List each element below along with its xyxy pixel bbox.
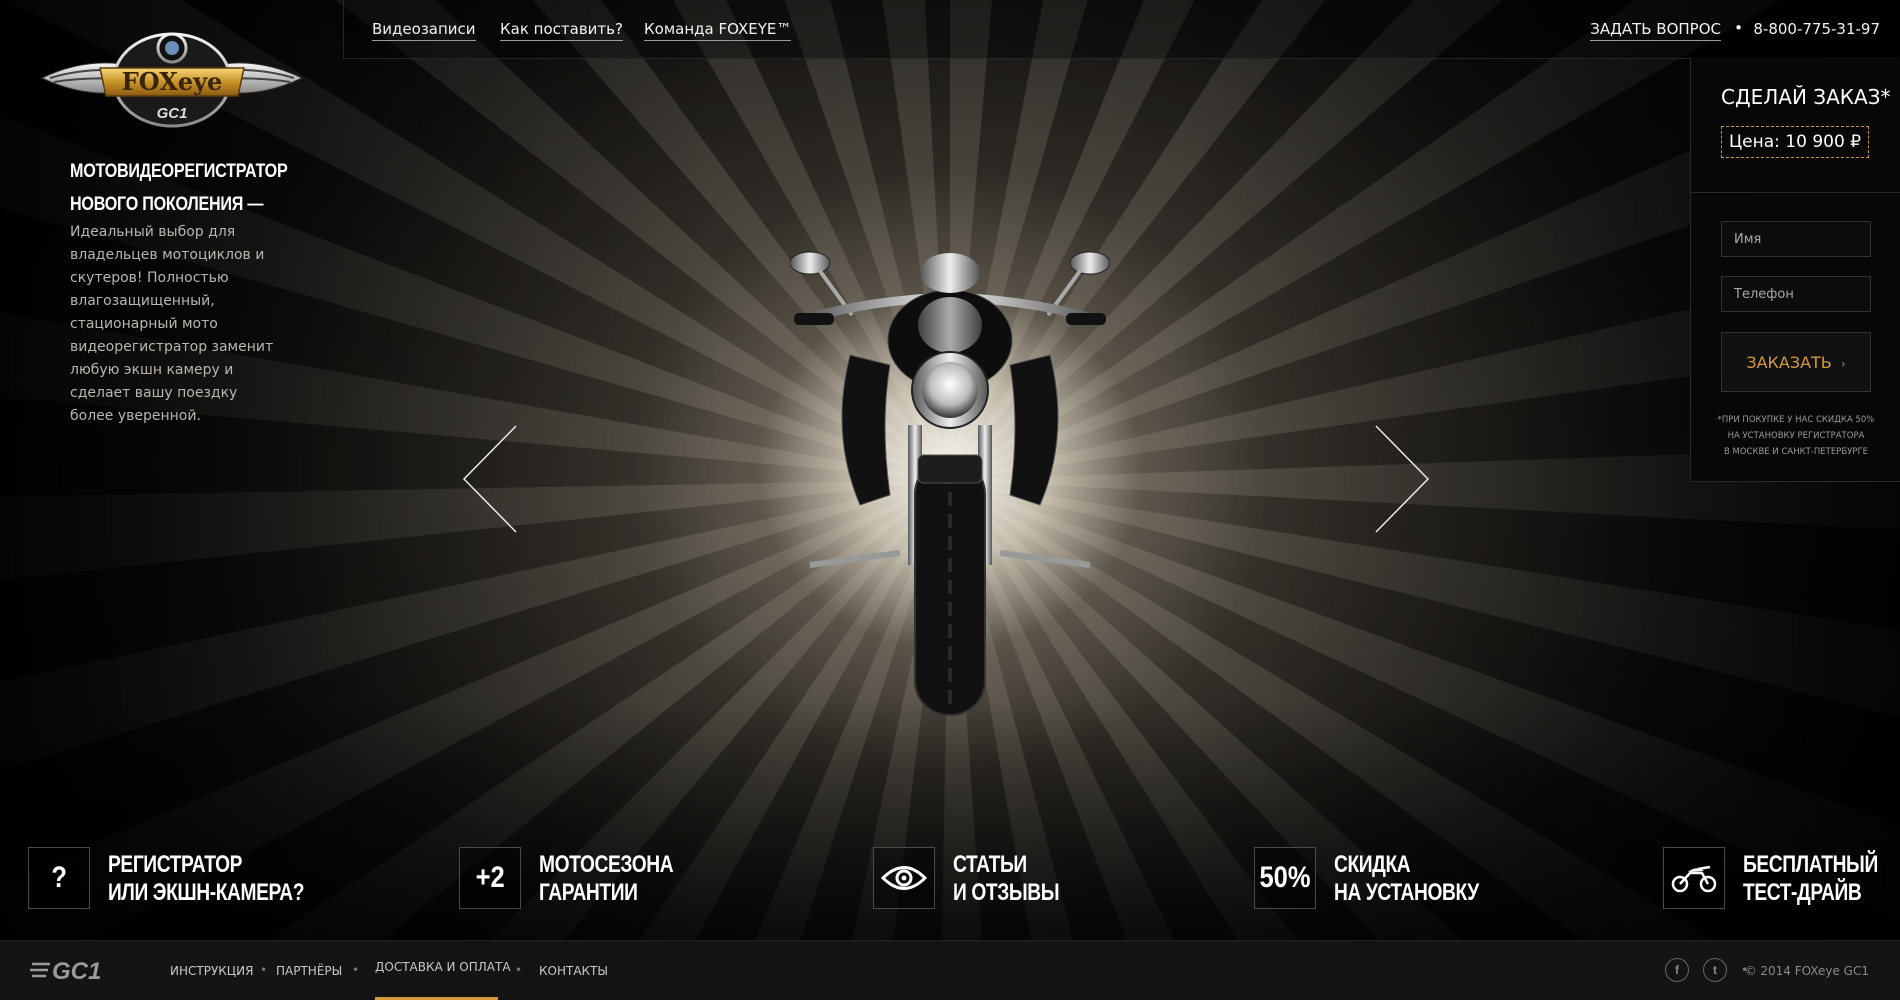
footer-link-delivery[interactable]: Доставка и оплата [375, 960, 511, 974]
tagline-title-line1: Мотовидеорегистратор [70, 161, 288, 182]
phone-input[interactable] [1721, 276, 1871, 312]
footer-dot: • [352, 963, 360, 977]
order-note-line3: в Москве и Санкт-Петербурге [1723, 447, 1869, 457]
feature-label-line1: Регистратор [108, 851, 243, 878]
twitter-icon[interactable]: t [1703, 958, 1727, 982]
order-note-line2: на установку регистратора [1727, 431, 1865, 441]
order-panel: Сделай заказ* Цена: 10 900 ₽ Заказать › … [1690, 58, 1900, 482]
feature-label-line1: Мотосезона [539, 851, 674, 878]
feature-label: Статьи и отзывы [953, 851, 1059, 907]
header-separator: • [1734, 19, 1743, 37]
feature-icon-text: +2 [475, 861, 505, 894]
nav-videos[interactable]: Видеозаписи [372, 20, 476, 41]
logo-sub: GC1 [157, 105, 188, 122]
motorcycle-image [790, 251, 1110, 716]
nav-team[interactable]: Команда FOXEYE™ [644, 20, 792, 41]
phone-number[interactable]: 8-800-775-31-97 [1753, 20, 1880, 38]
price-badge: Цена: 10 900 ₽ [1721, 126, 1869, 158]
feature-label: Скидка на установку [1334, 851, 1479, 907]
hero-tagline: Мотовидеорегистратор нового поколения — … [70, 155, 290, 428]
order-submit-label: Заказать [1746, 352, 1832, 372]
foxeye-logo[interactable]: FOXeye GC1 [38, 26, 306, 130]
feature-label-line2: гарантии [539, 879, 638, 906]
order-note: *при покупке у нас скидка 50% на установ… [1703, 412, 1889, 460]
plus-two-icon: +2 [459, 847, 521, 909]
chevron-right-icon: › [1840, 356, 1846, 371]
motorcycle-icon [1671, 865, 1717, 893]
name-input[interactable] [1721, 221, 1871, 257]
feature-label: Мотосезона гарантии [539, 851, 674, 907]
feature-label-line1: Скидка [1334, 851, 1411, 878]
copyright: © 2014 FOXeye GC1 [1744, 964, 1869, 978]
eye-icon-box [873, 847, 935, 909]
motorcycle-icon-box [1663, 847, 1725, 909]
feature-label-line2: тест-драйв [1743, 879, 1862, 906]
feature-label-line1: Статьи [953, 851, 1027, 878]
tagline-title: Мотовидеорегистратор нового поколения — [70, 155, 288, 221]
footer: GC1 Инструкция • Партнёры • Доставка и о… [0, 940, 1900, 1000]
feature-label-line1: Бесплатный [1743, 851, 1878, 878]
feature-label: Бесплатный тест-драйв [1743, 851, 1878, 907]
order-title: Сделай заказ* [1721, 85, 1891, 109]
top-navigation: Видеозаписи Как поставить? Команда FOXEY… [343, 0, 1900, 59]
feature-label-line2: или экшн-камера? [108, 879, 305, 906]
feature-icon-text: ? [51, 861, 67, 894]
feature-label-line2: на установку [1334, 879, 1479, 906]
footer-link-instructions[interactable]: Инструкция [170, 964, 253, 978]
footer-dot: • [515, 963, 523, 977]
percent-icon: 50% [1254, 847, 1316, 909]
tagline-title-line2: нового поколения — [70, 194, 264, 215]
logo-text: FOXeye [122, 67, 223, 96]
question-icon: ? [28, 847, 90, 909]
eye-icon [881, 866, 927, 890]
feature-label: Регистратор или экшн-камера? [108, 851, 304, 907]
order-note-line1: *при покупке у нас скидка 50% [1717, 415, 1875, 425]
slider-prev-arrow[interactable] [460, 424, 520, 534]
footer-link-partners[interactable]: Партнёры [276, 964, 342, 978]
footer-logo-text: GC1 [52, 958, 101, 984]
ask-question-link[interactable]: Задать вопрос [1590, 20, 1721, 41]
order-submit-button[interactable]: Заказать › [1721, 332, 1871, 392]
facebook-glyph: f [1675, 963, 1679, 977]
facebook-icon[interactable]: f [1665, 958, 1689, 982]
footer-dot: • [260, 963, 268, 977]
feature-label-line2: и отзывы [953, 879, 1060, 906]
nav-how-to-install[interactable]: Как поставить? [500, 20, 623, 41]
feature-icon-text: 50% [1259, 861, 1311, 894]
footer-link-contacts[interactable]: Контакты [539, 964, 608, 978]
footer-logo[interactable]: GC1 [30, 958, 135, 984]
twitter-glyph: t [1713, 963, 1717, 977]
tagline-description: Идеальный выбор для владельцев мотоцикло… [70, 224, 274, 424]
slider-next-arrow[interactable] [1372, 424, 1432, 534]
